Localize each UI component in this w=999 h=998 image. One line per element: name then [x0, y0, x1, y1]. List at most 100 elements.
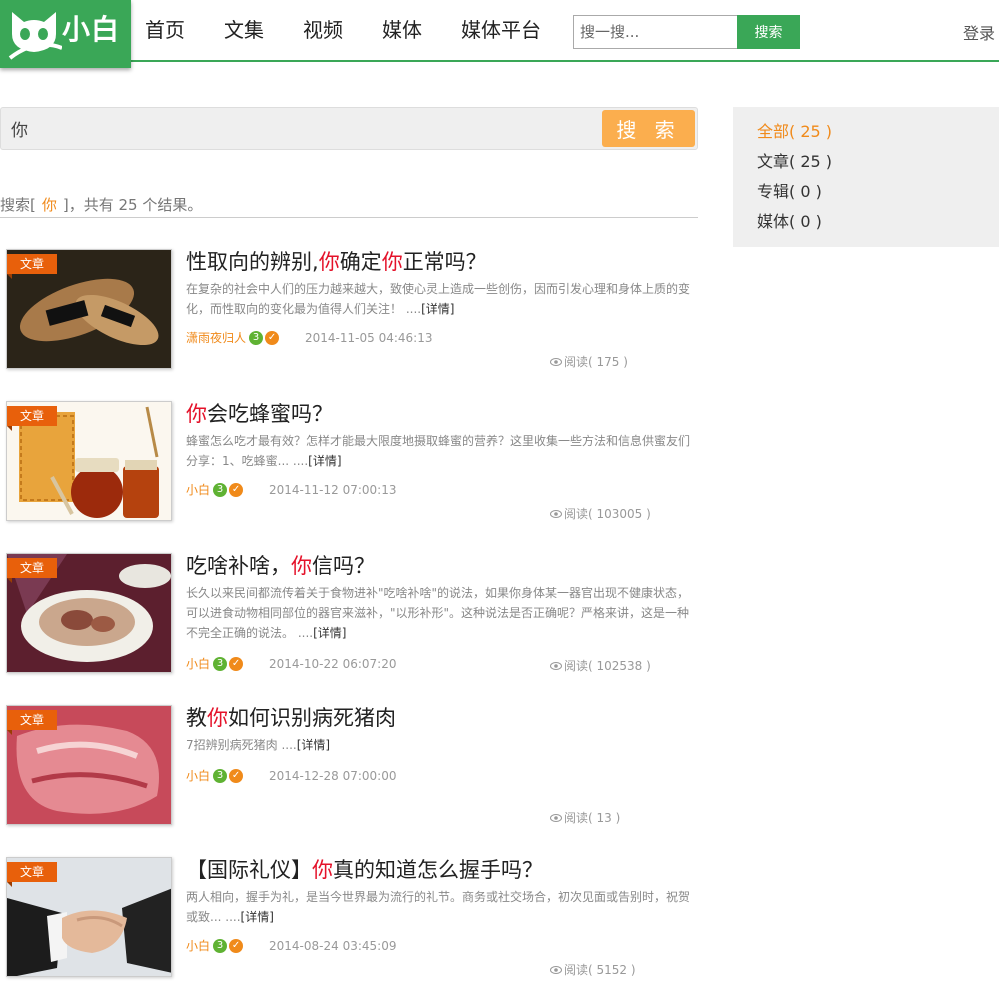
eye-icon [550, 813, 562, 822]
article-summary: 7招辨别病死猪肉 ....[详情] [186, 735, 696, 755]
result-keyword: 你 [41, 196, 57, 214]
title-text: 真的知道怎么握手吗？ [333, 858, 543, 882]
filter-albums[interactable]: 专辑( 0 ) [757, 181, 999, 211]
publish-date: 2014-08-24 03:45:09 [269, 938, 397, 953]
read-count-text: 阅读( 13 ) [564, 811, 621, 825]
site-header: 小白 首页 文集 视频 媒体 媒体平台 搜索 登录 [0, 0, 999, 68]
article-thumbnail[interactable]: 文章 [6, 857, 172, 977]
level-badge: 3 [213, 482, 228, 497]
article-meta: 小白 3 ✓ 2014-12-28 07:00:00 [186, 767, 396, 784]
article-item: 文章 性取向的辨别,你确定你正常吗？ 在复杂的社会中人们的压力越来越大，致使心灵… [0, 249, 700, 379]
title-highlight: 你 [381, 250, 403, 274]
author-name[interactable]: 潇雨夜归人 [186, 329, 246, 346]
filter-all[interactable]: 全部( 25 ) [757, 121, 999, 151]
details-link[interactable]: [详情] [421, 302, 454, 316]
nav-video[interactable]: 视频 [303, 0, 343, 60]
article-thumbnail[interactable]: 文章 [6, 401, 172, 521]
cat-logo-icon [8, 12, 62, 60]
author-name[interactable]: 小白 [186, 655, 210, 672]
article-title[interactable]: 性取向的辨别,你确定你正常吗？ [186, 246, 487, 276]
read-count: 阅读( 13 ) [550, 809, 620, 826]
article-item: 文章 吃啥补啥，你信吗？ 长久以来民间都流传着关于食物进补"吃啥补啥"的说法，如… [0, 553, 700, 683]
summary-text: 长久以来民间都流传着关于食物进补"吃啥补啥"的说法，如果你身体某一器官出现不健康… [186, 586, 690, 640]
article-thumbnail[interactable]: 文章 [6, 249, 172, 369]
logo-text: 小白 [62, 13, 121, 46]
author-name[interactable]: 小白 [186, 481, 210, 498]
eye-icon [550, 661, 562, 670]
read-count: 阅读( 175 ) [550, 353, 628, 370]
result-suffix: ]，共有 25 个结果。 [62, 196, 203, 214]
article-title[interactable]: 吃啥补啥，你信吗？ [186, 550, 375, 580]
article-type-tag: 文章 [7, 862, 57, 887]
details-link[interactable]: [详情] [241, 910, 274, 924]
article-type-tag: 文章 [7, 710, 57, 735]
title-text: 教 [186, 706, 207, 730]
details-link[interactable]: [详情] [308, 454, 341, 468]
article-thumbnail[interactable]: 文章 [6, 553, 172, 673]
title-text: 【国际礼仪】 [186, 858, 312, 882]
login-link[interactable]: 登录 [963, 20, 995, 44]
eye-icon [550, 965, 562, 974]
filter-media[interactable]: 媒体( 0 ) [757, 211, 999, 241]
nav-collections[interactable]: 文集 [224, 0, 264, 60]
title-text: 信吗？ [312, 554, 375, 578]
article-type-tag: 文章 [7, 558, 57, 583]
header-search: 搜索 [573, 15, 800, 49]
article-item: 文章 你会吃蜂蜜吗？ 蜂蜜怎么吃才最有效？怎样才能最大限度地摄取蜂蜜的营养？这里… [0, 401, 700, 531]
read-count-text: 阅读( 102538 ) [564, 659, 651, 673]
article-meta: 小白 3 ✓ 2014-08-24 03:45:09 [186, 937, 396, 954]
eye-icon [550, 357, 562, 366]
title-text: 正常吗？ [402, 250, 487, 274]
article-item: 文章 教你如何识别病死猪肉 7招辨别病死猪肉 ....[详情] 小白 3 ✓ 2… [0, 705, 700, 835]
title-highlight: 你 [207, 706, 228, 730]
category-filter: 全部( 25 ) 文章( 25 ) 专辑( 0 ) 媒体( 0 ) [733, 107, 999, 247]
read-count-text: 阅读( 175 ) [564, 355, 628, 369]
publish-date: 2014-10-22 06:07:20 [269, 656, 397, 671]
verified-icon: ✓ [229, 482, 244, 497]
summary-text: 7招辨别病死猪肉 .... [186, 738, 297, 752]
level-badge: 3 [249, 330, 264, 345]
title-highlight: 你 [186, 402, 207, 426]
main-search-button[interactable]: 搜 索 [602, 110, 695, 147]
read-count-text: 阅读( 103005 ) [564, 507, 651, 521]
level-badge: 3 [213, 768, 228, 783]
article-summary: 在复杂的社会中人们的压力越来越大，致使心灵上造成一些创伤，因而引发心理和身体上质… [186, 279, 696, 319]
article-thumbnail[interactable]: 文章 [6, 705, 172, 825]
article-title[interactable]: 你会吃蜂蜜吗？ [186, 398, 333, 428]
title-text: 确定 [339, 250, 382, 274]
nav-media[interactable]: 媒体 [382, 0, 422, 60]
read-count: 阅读( 5152 ) [550, 961, 636, 978]
publish-date: 2014-11-05 04:46:13 [305, 330, 433, 345]
site-logo[interactable]: 小白 [0, 0, 131, 68]
header-search-input[interactable] [573, 15, 737, 49]
title-highlight: 你 [318, 250, 340, 274]
verified-icon: ✓ [229, 768, 244, 783]
result-summary: 搜索[你]，共有 25 个结果。 [0, 194, 698, 218]
verified-icon: ✓ [229, 938, 244, 953]
header-search-button[interactable]: 搜索 [737, 15, 800, 49]
article-title[interactable]: 【国际礼仪】你真的知道怎么握手吗？ [186, 854, 543, 884]
article-type-tag: 文章 [7, 406, 57, 431]
read-count: 阅读( 103005 ) [550, 505, 651, 522]
verified-icon: ✓ [229, 656, 244, 671]
article-meta: 潇雨夜归人 3 ✓ 2014-11-05 04:46:13 [186, 329, 432, 346]
level-badge: 3 [213, 938, 228, 953]
author-name[interactable]: 小白 [186, 767, 210, 784]
main-search-input[interactable] [1, 108, 601, 149]
article-title[interactable]: 教你如何识别病死猪肉 [186, 702, 396, 732]
article-item: 文章 【国际礼仪】你真的知道怎么握手吗？ 两人相向，握手为礼，是当今世界最为流行… [0, 857, 700, 987]
main-nav: 首页 文集 视频 媒体 媒体平台 [145, 0, 580, 60]
article-summary: 蜂蜜怎么吃才最有效？怎样才能最大限度地摄取蜂蜜的营养？这里收集一些方法和信息供蜜… [186, 431, 696, 471]
title-text: 吃啥补啥， [186, 554, 291, 578]
publish-date: 2014-12-28 07:00:00 [269, 768, 397, 783]
details-link[interactable]: [详情] [313, 626, 346, 640]
nav-home[interactable]: 首页 [145, 0, 185, 60]
article-meta: 小白 3 ✓ 2014-11-12 07:00:13 [186, 481, 396, 498]
main-search-bar: 搜 索 [0, 107, 698, 150]
title-highlight: 你 [312, 858, 333, 882]
author-name[interactable]: 小白 [186, 937, 210, 954]
nav-media-platform[interactable]: 媒体平台 [461, 0, 541, 60]
filter-articles[interactable]: 文章( 25 ) [757, 151, 999, 181]
article-meta: 小白 3 ✓ 2014-10-22 06:07:20 [186, 655, 396, 672]
details-link[interactable]: [详情] [297, 738, 330, 752]
